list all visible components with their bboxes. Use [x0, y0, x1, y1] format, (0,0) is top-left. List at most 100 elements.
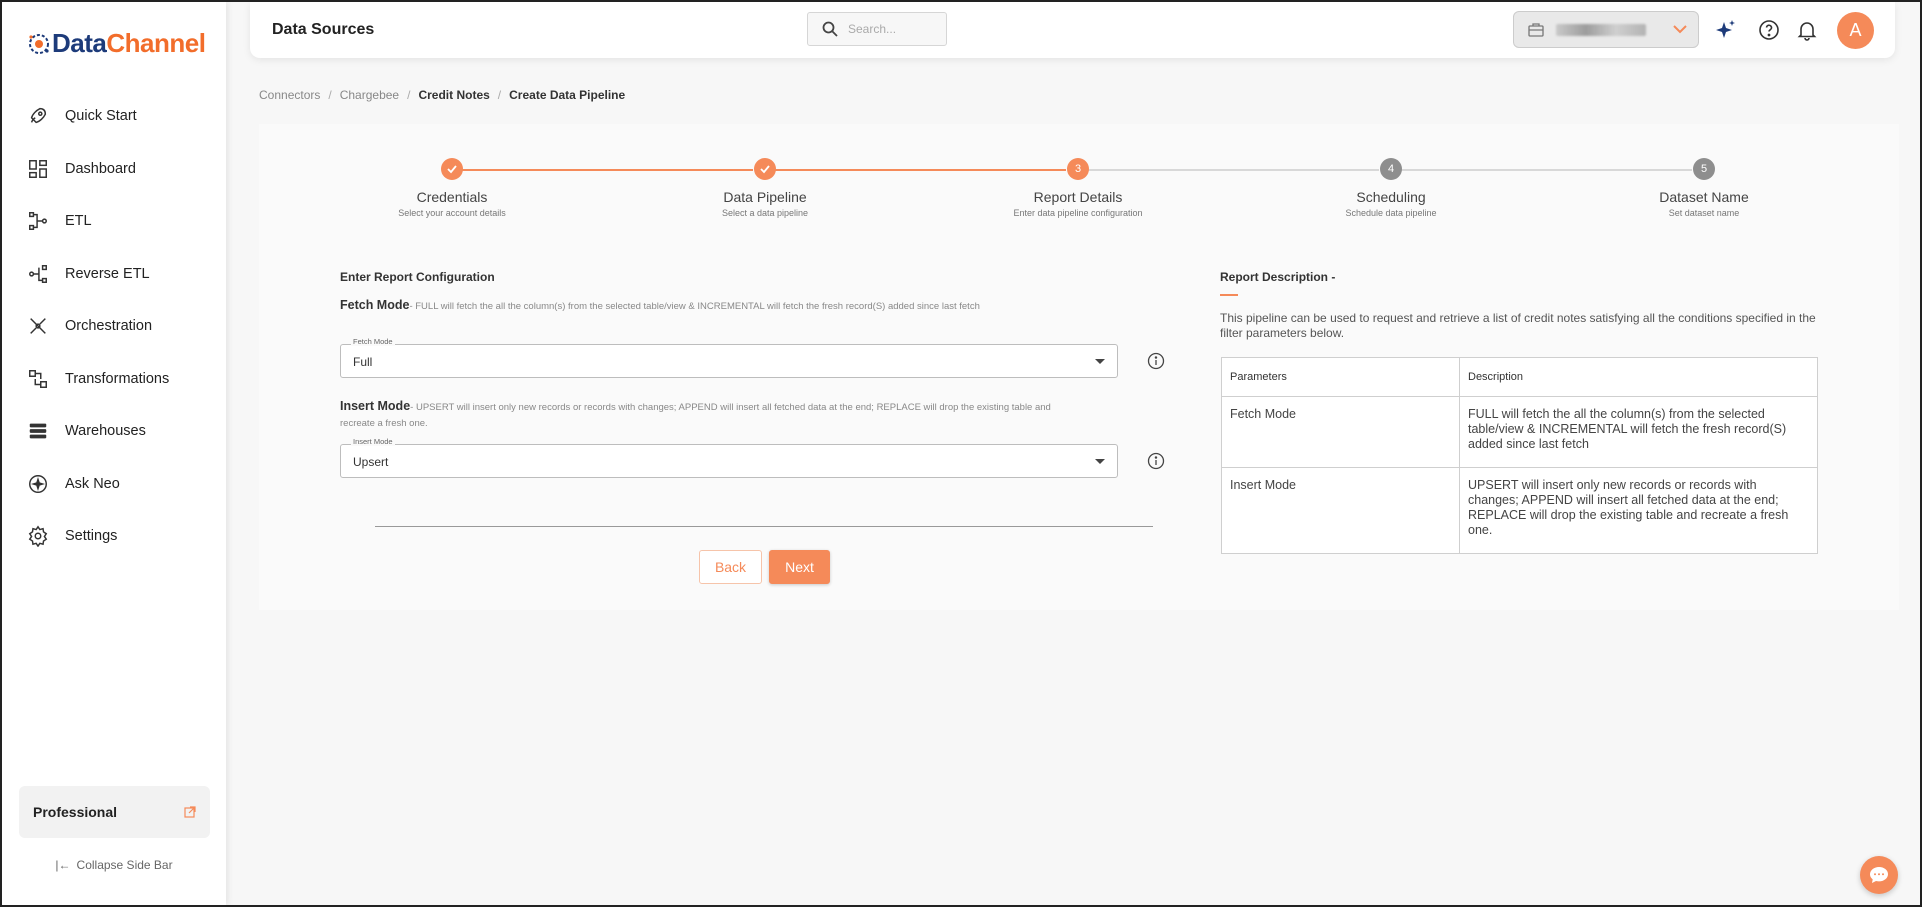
table-row: Fetch Mode FULL will fetch the all the c… — [1221, 396, 1818, 468]
sidebar-item-label: Quick Start — [65, 108, 137, 125]
dropdown-caret-icon — [1095, 359, 1105, 364]
info-icon[interactable] — [1147, 452, 1165, 470]
chevron-down-icon — [1673, 25, 1687, 34]
workspace-name-redacted — [1556, 23, 1646, 36]
next-button[interactable]: Next — [769, 550, 830, 584]
dashboard-icon — [29, 159, 47, 178]
step-sublabel: Set dataset name — [1668, 208, 1740, 218]
dropdown-caret-icon — [1095, 459, 1105, 464]
sidebar-item-dashboard[interactable]: Dashboard — [2, 143, 226, 196]
logo-text: DataChannel — [52, 28, 206, 59]
sidebar-item-reverse-etl[interactable]: Reverse ETL — [2, 248, 226, 301]
breadcrumb-separator: / — [407, 88, 411, 102]
breadcrumb-current: Create Data Pipeline — [509, 88, 626, 102]
sidebar-item-label: Warehouses — [65, 423, 146, 440]
table-cell: Insert Mode — [1221, 467, 1460, 554]
step-sublabel: Select your account details — [398, 208, 506, 218]
sidebar-item-label: Dashboard — [65, 160, 136, 177]
step-report-details: 3 Report Details Enter data pipeline con… — [978, 158, 1178, 218]
breadcrumb-chargebee[interactable]: Chargebee — [340, 88, 399, 102]
transformations-icon — [29, 369, 47, 388]
sidebar-item-label: Orchestration — [65, 318, 153, 335]
logo-text-channel: Channel — [106, 28, 206, 58]
step-connector-3 — [1088, 169, 1379, 171]
step-label: Report Details — [1033, 189, 1123, 205]
bell-icon[interactable] — [1796, 19, 1818, 41]
report-description-text: This pipeline can be used to request and… — [1220, 311, 1816, 340]
step-connector-1 — [462, 169, 753, 171]
rocket-icon — [30, 108, 47, 124]
plan-label: Professional — [33, 804, 118, 820]
breadcrumb: Connectors / Chargebee / Credit Notes / … — [259, 88, 625, 102]
ai-sparkle-icon[interactable] — [1715, 19, 1737, 41]
step-sublabel: Select a data pipeline — [721, 208, 809, 218]
step-scheduling: 4 Scheduling Schedule data pipeline — [1291, 158, 1491, 218]
back-button[interactable]: Back — [699, 550, 762, 584]
sidebar-item-label: Ask Neo — [65, 475, 120, 492]
sidebar-item-label: Reverse ETL — [65, 265, 150, 282]
logo-text-data: Data — [52, 28, 107, 58]
sidebar-item-transformations[interactable]: Transformations — [2, 353, 226, 406]
insert-mode-help: - UPSERT will insert only new records or… — [340, 402, 1051, 429]
logo-globe-icon — [29, 33, 49, 54]
step-dataset-name: 5 Dataset Name Set dataset name — [1604, 158, 1804, 218]
fetch-mode-description: Fetch Mode- FULL will fetch the all the … — [340, 298, 1040, 314]
step-sublabel: Schedule data pipeline — [1345, 208, 1437, 218]
fetch-mode-help: - FULL will fetch the all the column(s) … — [409, 301, 980, 312]
fetch-mode-field-label: Fetch Mode — [351, 337, 395, 346]
step-number: 5 — [1693, 158, 1715, 180]
breadcrumb-credit-notes[interactable]: Credit Notes — [418, 88, 489, 102]
table-header: Parameters — [1221, 357, 1460, 397]
breadcrumb-separator: / — [328, 88, 332, 102]
sidebar-item-label: ETL — [65, 213, 92, 230]
collapse-label: Collapse Side Bar — [76, 858, 173, 872]
sidebar-item-warehouses[interactable]: Warehouses — [2, 405, 226, 458]
table-cell: FULL will fetch the all the column(s) fr… — [1459, 396, 1818, 468]
search-box[interactable] — [807, 12, 947, 46]
logo[interactable]: DataChannel — [26, 28, 206, 59]
help-icon[interactable] — [1758, 19, 1780, 41]
sidebar-item-etl[interactable]: ETL — [2, 195, 226, 248]
fetch-mode-select[interactable]: Fetch Mode Full — [340, 337, 1118, 378]
breadcrumb-connectors[interactable]: Connectors — [259, 88, 320, 102]
step-connector-2 — [775, 169, 1066, 171]
step-credentials: Credentials Select your account details — [352, 158, 552, 218]
sidebar-item-ask-neo[interactable]: Ask Neo — [2, 458, 226, 511]
sparkle-icon — [29, 474, 47, 493]
step-data-pipeline: Data Pipeline Select a data pipeline — [665, 158, 865, 218]
collapse-sidebar-button[interactable]: |← Collapse Side Bar — [2, 858, 226, 872]
parameters-table: Parameters Description Fetch Mode FULL w… — [1221, 357, 1818, 554]
info-icon[interactable] — [1147, 352, 1165, 370]
search-input[interactable] — [848, 22, 938, 36]
user-avatar[interactable]: A — [1837, 12, 1874, 49]
sidebar-item-label: Transformations — [65, 370, 170, 387]
plan-badge[interactable]: Professional — [19, 786, 210, 838]
insert-mode-title: Insert Mode — [340, 399, 411, 413]
step-label: Credentials — [416, 189, 488, 205]
step-label: Dataset Name — [1659, 189, 1749, 205]
insert-mode-select[interactable]: Insert Mode Upsert — [340, 437, 1118, 478]
step-number: 4 — [1380, 158, 1402, 180]
warehouses-icon — [29, 423, 47, 439]
external-link-icon[interactable] — [184, 806, 196, 818]
form-divider — [375, 526, 1153, 527]
breadcrumb-separator: / — [497, 88, 502, 102]
chat-widget-button[interactable] — [1860, 856, 1898, 894]
step-connector-4 — [1401, 169, 1692, 171]
section-title: Enter Report Configuration — [340, 270, 495, 284]
page-title: Data Sources — [272, 21, 375, 38]
table-row: Insert Mode UPSERT will insert only new … — [1221, 467, 1818, 554]
sidebar-item-settings[interactable]: Settings — [2, 510, 226, 563]
step-label: Data Pipeline — [723, 189, 807, 205]
sidebar-item-label: Settings — [65, 528, 118, 545]
fetch-mode-value: Full — [353, 355, 373, 369]
collapse-left-icon: |← — [55, 858, 71, 872]
sidebar-item-quick-start[interactable]: Quick Start — [2, 90, 226, 143]
insert-mode-description: Insert Mode- UPSERT will insert only new… — [340, 399, 1070, 431]
workspace-selector[interactable] — [1513, 11, 1699, 48]
sidebar-item-orchestration[interactable]: Orchestration — [2, 300, 226, 353]
title-underline — [1220, 294, 1238, 296]
check-icon — [754, 158, 776, 180]
table-cell: UPSERT will insert only new records or r… — [1459, 467, 1818, 554]
step-number: 3 — [1067, 158, 1089, 180]
